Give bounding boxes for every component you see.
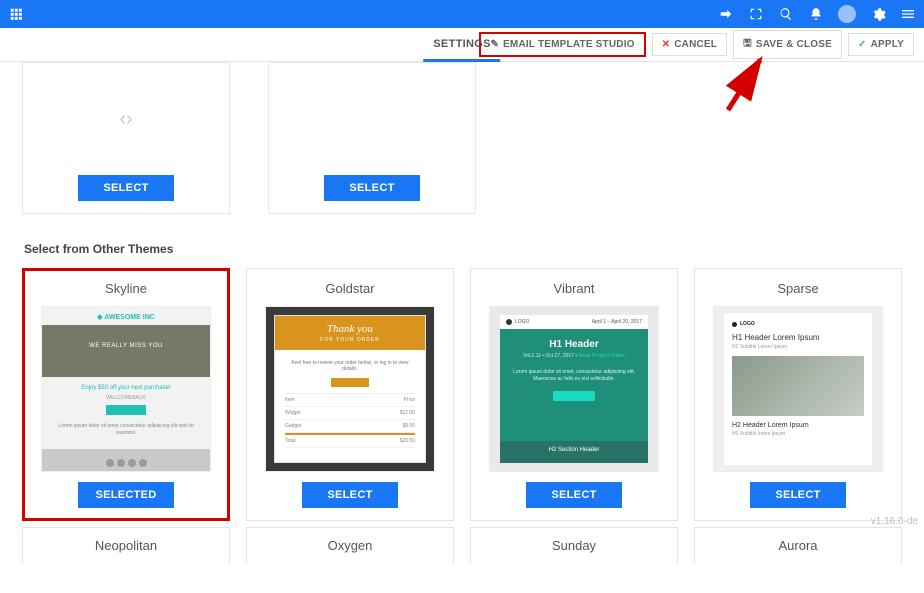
- email-template-studio-button[interactable]: ✎ EMAIL TEMPLATE STUDIO: [479, 32, 645, 57]
- preview-table: ItemPrice Widget$12.00 Gadget$8.50 Total…: [285, 393, 415, 448]
- top-bar: [0, 0, 924, 28]
- theme-thumbnail: LOGO H1 Header Lorem Ipsum H2 Subtitle L…: [713, 306, 883, 472]
- preview-body: Lorem ipsum dolor sit amet, consectetur …: [500, 369, 648, 383]
- preview-social: [42, 459, 210, 467]
- theme-title: Goldstar: [325, 281, 374, 296]
- cancel-button[interactable]: ✕ CANCEL: [652, 33, 727, 56]
- preview-sub2: H3 Subtitle lorem ipsum: [732, 431, 864, 437]
- preview-topbar: LOGO April 1 – April 20, 2017: [500, 315, 648, 329]
- theme-grid: Skyline ◆ AWESOME INC Enjoy $50 off your…: [22, 268, 902, 521]
- select-button[interactable]: SELECT: [324, 175, 420, 201]
- preview-h2: H2 Header Lorem Ipsum: [732, 422, 864, 429]
- preview-image: [732, 356, 864, 416]
- theme-thumbnail: LOGO April 1 – April 20, 2017 H1 Header …: [489, 306, 659, 472]
- share-icon[interactable]: [718, 6, 734, 22]
- fullscreen-icon[interactable]: [748, 6, 764, 22]
- current-theme-row: ‹ › SELECT SELECT: [22, 62, 902, 214]
- preview-hero: [42, 325, 210, 377]
- theme-card-oxygen: Oxygen: [246, 527, 454, 563]
- preview-cta: [106, 405, 146, 415]
- theme-title: Skyline: [105, 281, 147, 296]
- chevron-left-icon: ‹: [119, 108, 126, 131]
- version-label: v1.16.0-de: [871, 516, 918, 527]
- select-button[interactable]: SELECT: [526, 482, 622, 508]
- avatar[interactable]: [838, 5, 856, 23]
- theme-title: Vibrant: [554, 281, 595, 296]
- select-button[interactable]: SELECT: [302, 482, 398, 508]
- menu-icon[interactable]: [900, 6, 916, 22]
- theme-card-vibrant: Vibrant LOGO April 1 – April 20, 2017 H1…: [470, 268, 678, 521]
- select-button[interactable]: SELECT: [78, 175, 174, 201]
- card-preview: [269, 63, 475, 175]
- theme-title: Sparse: [777, 281, 818, 296]
- theme-card-sunday: Sunday: [470, 527, 678, 563]
- close-icon: ✕: [662, 39, 671, 50]
- theme-grid-row2: Neopolitan Oxygen Sunday Aurora: [22, 527, 902, 563]
- preview-footer: H2 Section Header: [500, 441, 648, 463]
- apply-button[interactable]: ✓ APPLY: [848, 33, 914, 56]
- preview-hero: H1 Header Vol.2.11 • Oct 27, 2017 • Read…: [500, 329, 648, 369]
- preview-cta: [331, 378, 369, 387]
- theme-card-sparse: Sparse LOGO H1 Header Lorem Ipsum H2 Sub…: [694, 268, 902, 521]
- tab-settings[interactable]: SETTINGS: [423, 28, 500, 62]
- preview-text: Feel free to review your order below, or…: [285, 360, 415, 372]
- bell-icon[interactable]: [808, 6, 824, 22]
- chevron-right-icon: ›: [126, 108, 133, 131]
- preview-code: WELCOMEBACK: [42, 395, 210, 401]
- content-area: ‹ › SELECT SELECT Select from Other Them…: [0, 62, 924, 593]
- theme-thumbnail: Thank you FOR YOUR ORDER Feel free to re…: [265, 306, 435, 472]
- search-icon[interactable]: [778, 6, 794, 22]
- preview-logo: ◆ AWESOME INC: [42, 307, 210, 325]
- preview-text: Lorem ipsum dolor sit amet consectetur a…: [42, 419, 210, 440]
- action-bar: SETTINGS ✎ EMAIL TEMPLATE STUDIO ✕ CANCE…: [0, 28, 924, 62]
- theme-card-goldstar: Goldstar Thank you FOR YOUR ORDER Feel f…: [246, 268, 454, 521]
- theme-card-neopolitan: Neopolitan: [22, 527, 230, 563]
- apps-icon[interactable]: [8, 6, 24, 22]
- preview-sub: H2 Subtitle Lorem Ipsum: [732, 344, 864, 350]
- section-header: Select from Other Themes: [24, 242, 902, 256]
- card-preview: ‹ ›: [23, 63, 229, 175]
- save-close-button[interactable]: 🖫 SAVE & CLOSE: [733, 30, 842, 59]
- selected-button[interactable]: SELECTED: [78, 482, 174, 508]
- preview-logo: LOGO: [732, 321, 864, 327]
- check-icon: ✓: [858, 39, 867, 50]
- theme-card-blank-2: SELECT: [268, 62, 476, 214]
- select-button[interactable]: SELECT: [750, 482, 846, 508]
- theme-thumbnail: ◆ AWESOME INC Enjoy $50 off your next pu…: [41, 306, 211, 472]
- gear-icon[interactable]: [870, 6, 886, 22]
- preview-cta: [553, 391, 595, 401]
- theme-card-blank-1: ‹ › SELECT: [22, 62, 230, 214]
- preview-h1: H1 Header Lorem Ipsum: [732, 333, 864, 342]
- theme-card-skyline: Skyline ◆ AWESOME INC Enjoy $50 off your…: [22, 268, 230, 521]
- save-icon: 🖫: [743, 36, 752, 53]
- preview-header: Thank you FOR YOUR ORDER: [275, 316, 425, 350]
- theme-card-aurora: Aurora: [694, 527, 902, 563]
- preview-promo: Enjoy $50 off your next purchase!: [42, 377, 210, 395]
